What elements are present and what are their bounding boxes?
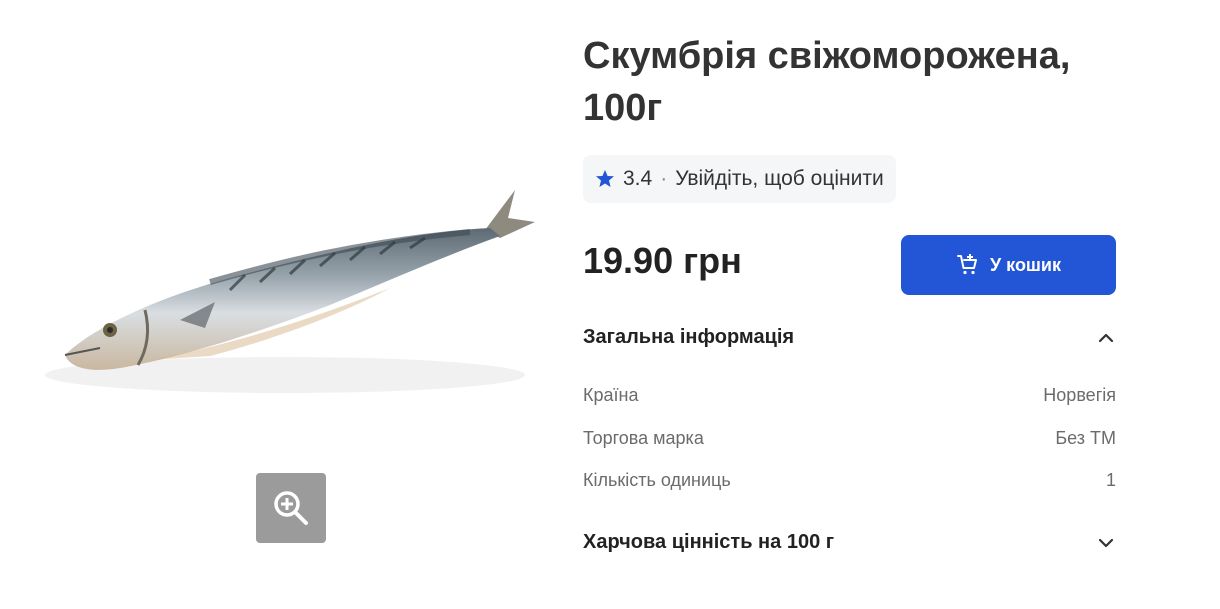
info-label: Кількість одиниць xyxy=(583,470,731,490)
chevron-up-icon xyxy=(1098,333,1114,342)
chevron-down-icon xyxy=(1098,538,1114,547)
rating-value: 3.4 xyxy=(623,167,653,190)
rating-separator: · xyxy=(660,167,668,190)
general-info-toggle[interactable]: Загальна інформація xyxy=(583,326,1116,349)
zoom-in-icon xyxy=(274,491,308,525)
info-value: 1 xyxy=(1105,470,1116,490)
cart-add-icon xyxy=(956,254,977,275)
product-title: Скумбрія свіжоморожена, 100г xyxy=(583,35,1071,129)
add-to-cart-button[interactable]: У кошик xyxy=(901,235,1116,295)
product-price: 19.90 грн xyxy=(583,240,742,281)
zoom-button[interactable] xyxy=(256,473,326,543)
info-label: Торгова марка xyxy=(583,428,704,448)
product-image[interactable] xyxy=(30,170,550,430)
general-info-heading: Загальна інформація xyxy=(583,326,795,348)
rating-box[interactable]: 3.4 · Увійдіть, щоб оцінити xyxy=(583,155,896,203)
fish-illustration xyxy=(45,190,535,393)
nutrition-toggle[interactable]: Харчова цінність на 100 г xyxy=(583,531,1116,554)
info-row-country: Країна Норвегія xyxy=(583,385,1116,406)
info-label: Країна xyxy=(583,385,639,405)
rating-login-link[interactable]: Увійдіть, щоб оцінити xyxy=(675,167,884,191)
info-value: Без ТМ xyxy=(1055,428,1116,448)
info-row-brand: Торгова марка Без ТМ xyxy=(583,428,1116,449)
info-row-quantity: Кількість одиниць 1 xyxy=(583,470,1116,491)
info-value: Норвегія xyxy=(1043,385,1116,405)
add-to-cart-label: У кошик xyxy=(989,254,1062,275)
star-icon xyxy=(596,170,614,187)
nutrition-heading: Харчова цінність на 100 г xyxy=(583,531,835,553)
